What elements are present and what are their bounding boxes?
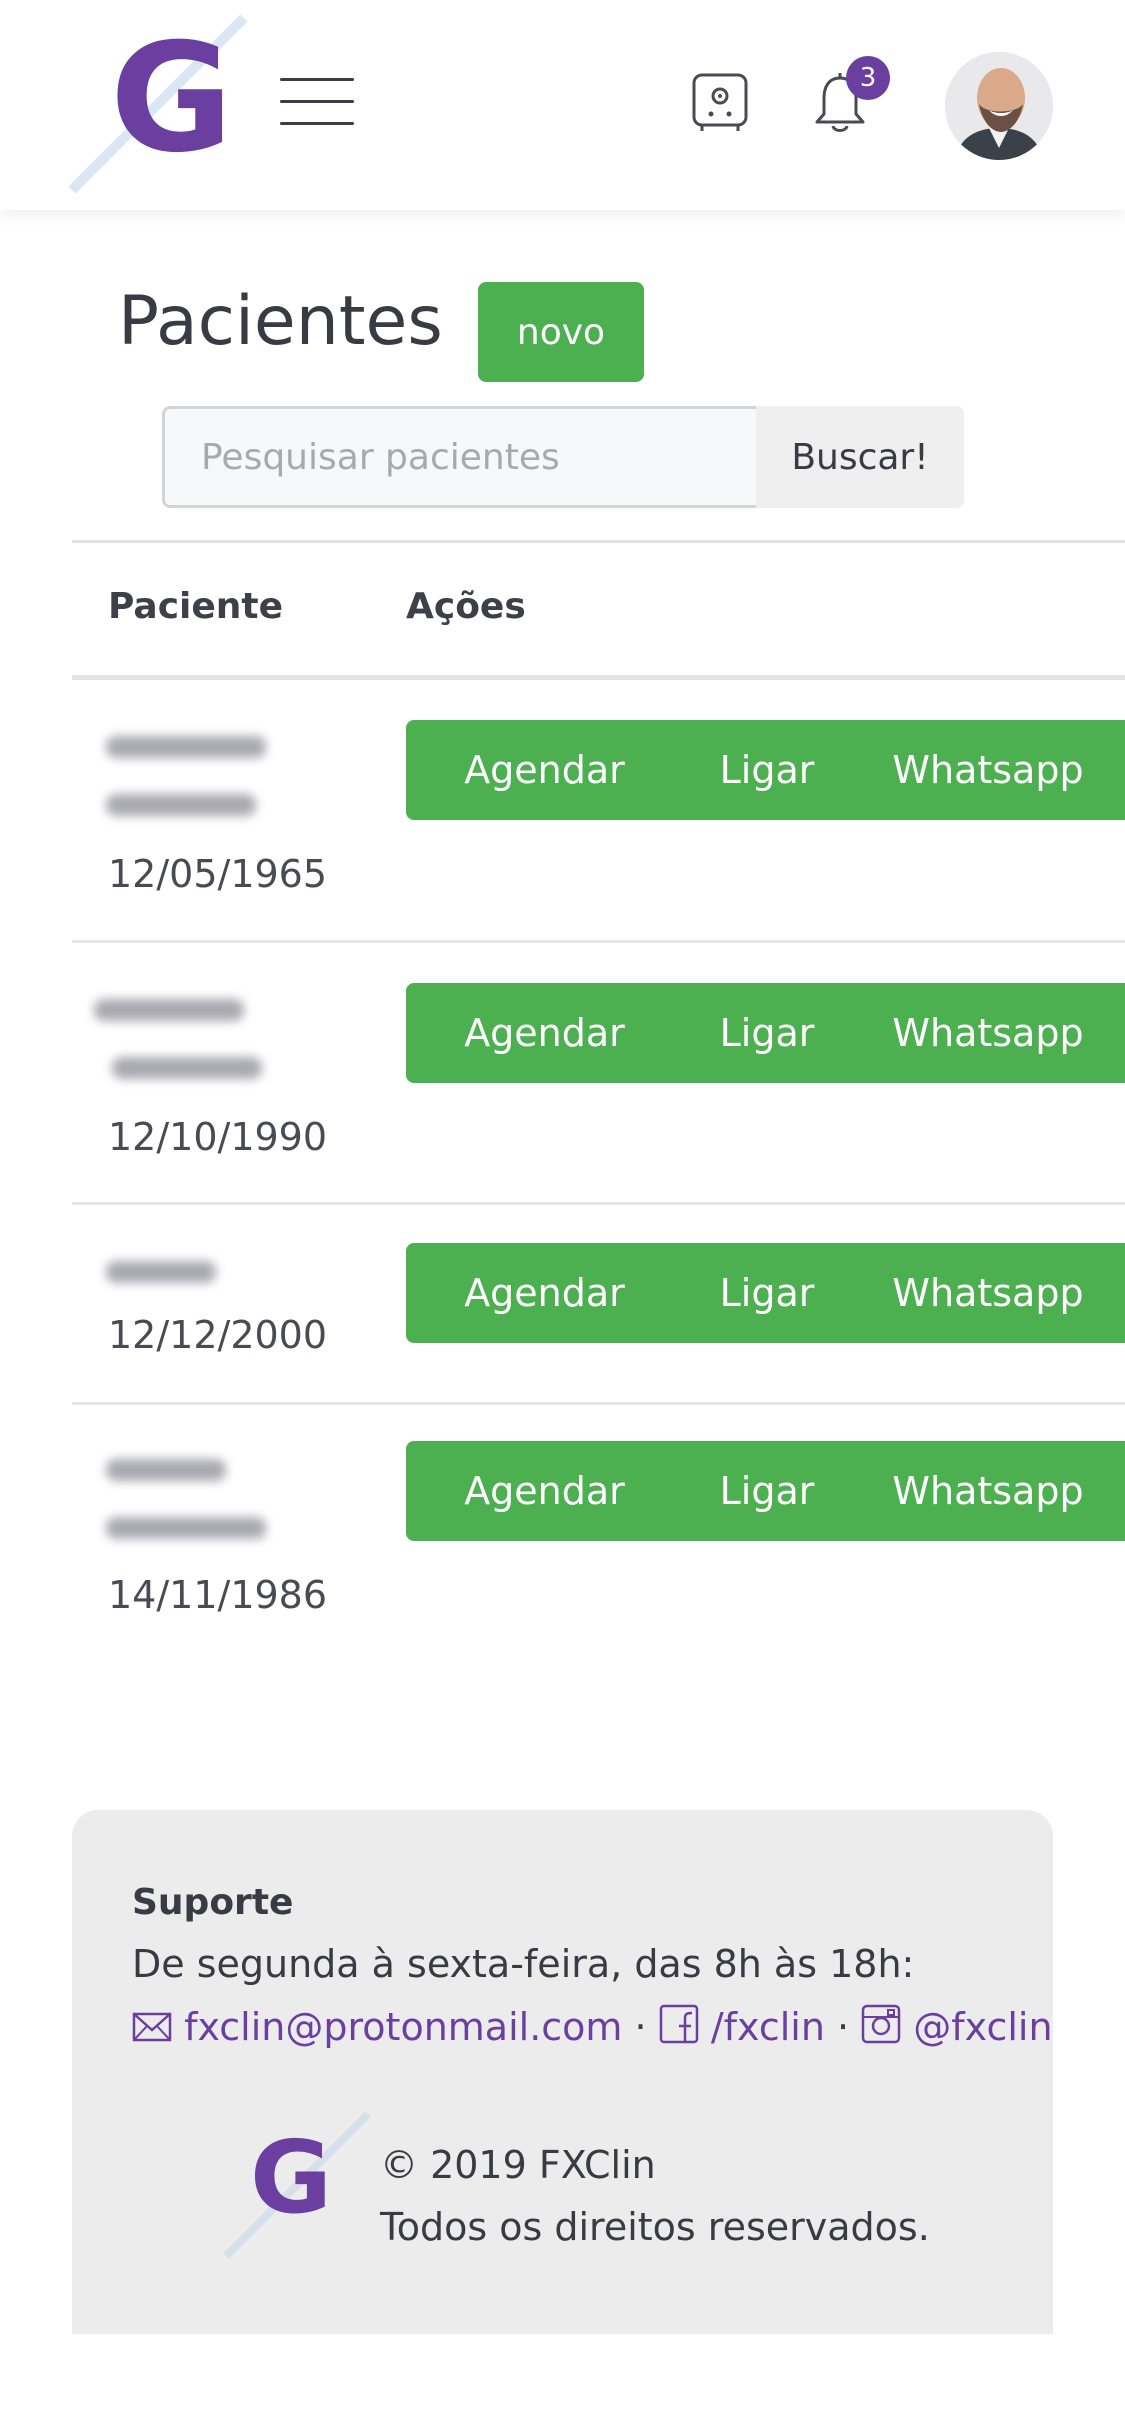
support-title: Suporte — [132, 1882, 294, 1923]
rights-line: Todos os direitos reservados. — [380, 2205, 930, 2249]
patient-birthdate: 12/05/1965 — [108, 852, 328, 896]
whatsapp-button[interactable]: Whatsapp — [851, 1243, 1125, 1343]
mail-icon — [132, 2005, 184, 2049]
app-logo[interactable]: G — [68, 14, 258, 194]
call-button[interactable]: Ligar — [683, 720, 851, 820]
row-actions: Agendar Ligar Whatsapp — [406, 720, 1125, 820]
schedule-button[interactable]: Agendar — [406, 983, 683, 1083]
safe-icon[interactable] — [690, 72, 750, 134]
footer-logo: G — [222, 2110, 382, 2260]
patients-table: Paciente Ações 12/05/1965 Agendar Ligar … — [72, 540, 1125, 1655]
copyright: © 2019 FXClin Todos os direitos reservad… — [380, 2134, 930, 2258]
call-button[interactable]: Ligar — [683, 1243, 851, 1343]
patient-name-redacted — [102, 1453, 272, 1539]
search-input[interactable] — [162, 406, 756, 508]
instagram-link[interactable]: @fxclin — [913, 2005, 1052, 2049]
patient-name-redacted — [102, 730, 272, 816]
row-actions: Agendar Ligar Whatsapp — [406, 1243, 1125, 1343]
search-button[interactable]: Buscar! — [756, 406, 964, 508]
user-avatar[interactable] — [945, 52, 1053, 160]
new-patient-button[interactable]: novo — [478, 282, 644, 382]
row-actions: Agendar Ligar Whatsapp — [406, 1441, 1125, 1541]
patient-name-redacted — [102, 1255, 272, 1285]
patient-name-redacted — [90, 993, 262, 1079]
table-row: 12/12/2000 Agendar Ligar Whatsapp — [72, 1205, 1125, 1405]
whatsapp-button[interactable]: Whatsapp — [851, 1441, 1125, 1541]
schedule-button[interactable]: Agendar — [406, 720, 683, 820]
notification-badge: 3 — [846, 56, 890, 100]
patient-birthdate: 12/10/1990 — [108, 1115, 328, 1159]
menu-icon[interactable] — [280, 78, 354, 130]
copyright-line: © 2019 FXClin — [380, 2143, 656, 2187]
patient-birthdate: 12/12/2000 — [108, 1313, 328, 1357]
support-contacts: fxclin@protonmail.com · /fxclin · @fxcli… — [132, 2004, 1053, 2049]
page-title: Pacientes — [118, 282, 443, 361]
patient-birthdate: 14/11/1986 — [108, 1573, 328, 1617]
instagram-icon — [861, 2004, 913, 2049]
schedule-button[interactable]: Agendar — [406, 1441, 683, 1541]
table-header: Paciente Ações — [72, 540, 1125, 680]
call-button[interactable]: Ligar — [683, 983, 851, 1083]
facebook-icon — [659, 2004, 711, 2049]
call-button[interactable]: Ligar — [683, 1441, 851, 1541]
top-bar: G 3 — [0, 0, 1125, 210]
logo-letter: G — [250, 2119, 333, 2236]
table-row: 12/05/1965 Agendar Ligar Whatsapp — [72, 680, 1125, 943]
table-row: 14/11/1986 Agendar Ligar Whatsapp — [72, 1405, 1125, 1655]
logo-letter: G — [110, 12, 234, 186]
facebook-link[interactable]: /fxclin — [711, 2005, 825, 2049]
header-patient: Paciente — [108, 586, 284, 627]
schedule-button[interactable]: Agendar — [406, 1243, 683, 1343]
support-email-link[interactable]: fxclin@protonmail.com — [184, 2005, 622, 2049]
support-hours: De segunda à sexta-feira, das 8h às 18h: — [132, 1942, 915, 1986]
footer: Suporte De segunda à sexta-feira, das 8h… — [72, 1810, 1053, 2334]
whatsapp-button[interactable]: Whatsapp — [851, 983, 1125, 1083]
separator: · — [634, 2005, 647, 2049]
row-actions: Agendar Ligar Whatsapp — [406, 983, 1125, 1083]
whatsapp-button[interactable]: Whatsapp — [851, 720, 1125, 820]
table-row: 12/10/1990 Agendar Ligar Whatsapp — [72, 943, 1125, 1205]
header-actions: Ações — [406, 586, 526, 627]
separator: · — [837, 2005, 850, 2049]
